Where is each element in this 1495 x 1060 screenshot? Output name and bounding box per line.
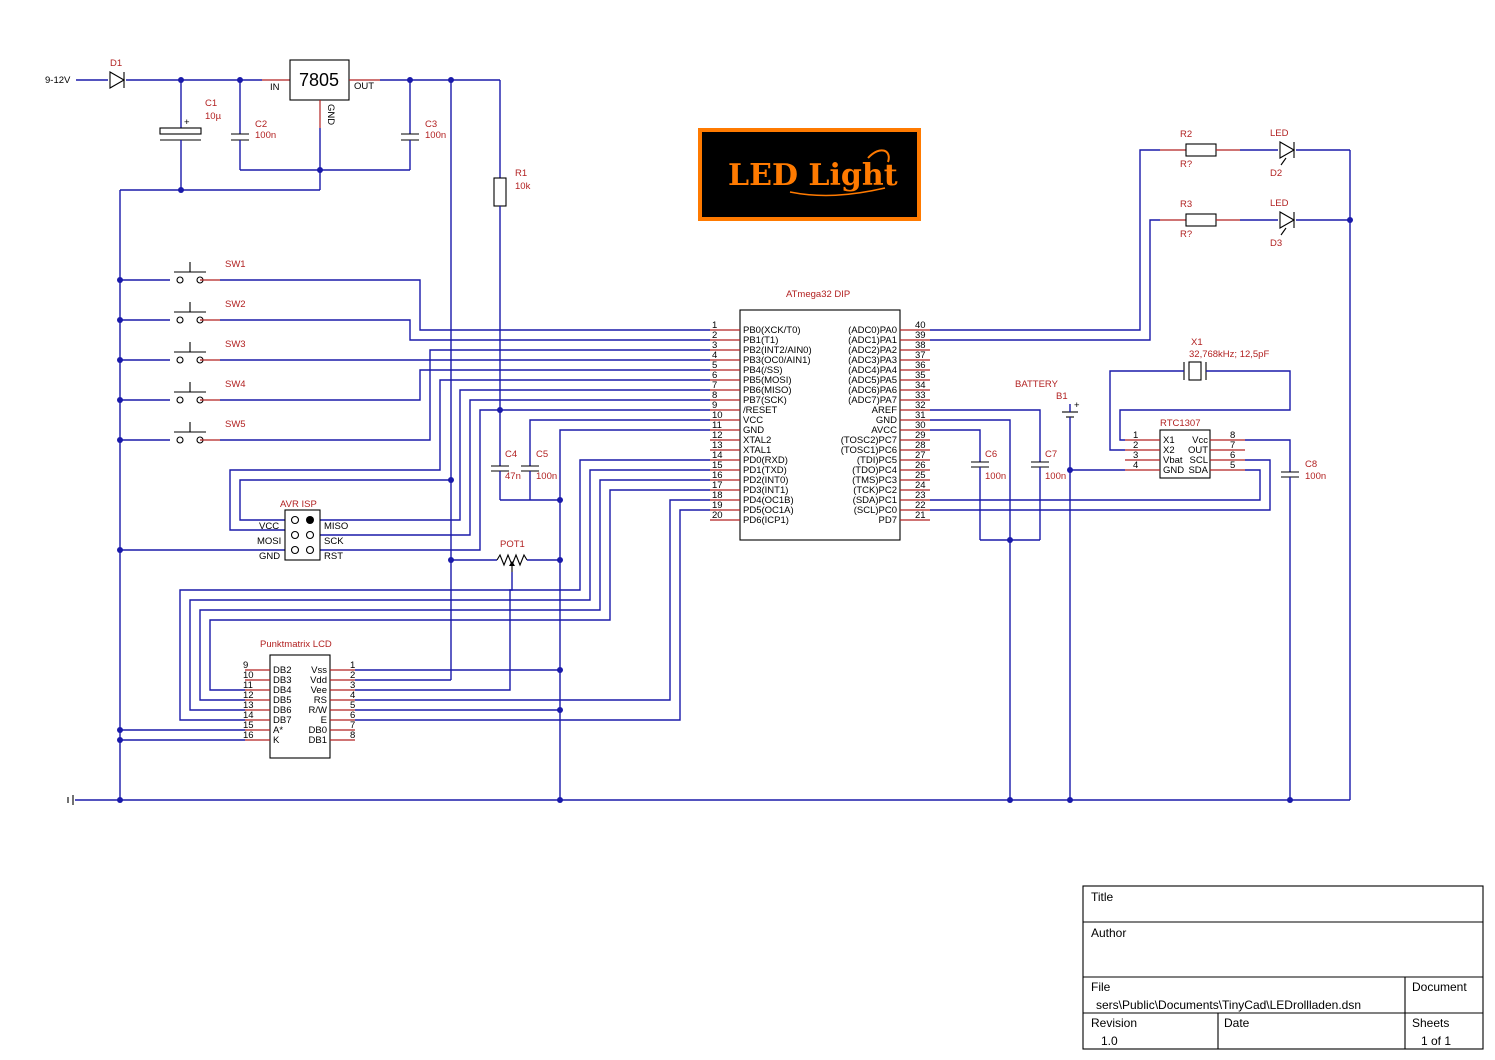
diode-d1: D1: [109, 58, 126, 89]
schematic: 9-12V D1 7805 IN OUT GND + C1 10µ C2 100…: [45, 58, 1484, 1050]
c7-value: 100n: [1045, 471, 1066, 482]
file-label: File: [1091, 980, 1111, 994]
regulator-in-label: IN: [270, 82, 280, 93]
mcu-pin-name: PD6(ICP1): [743, 515, 789, 526]
isp-miso-label: MISO: [324, 521, 348, 532]
c3-ref: C3: [425, 119, 437, 130]
battery-ref: B1: [1056, 391, 1068, 402]
title-block: Title Author File sers\Public\Documents\…: [1082, 885, 1484, 1050]
mcu-atmega32: ATmega32 DIP 1 PB0(XCK/T0)2 PB1(T1)3 PB2(IN…: [710, 289, 930, 541]
led2-type: LED: [1270, 128, 1289, 139]
sheets-value: 1 of 1: [1421, 1034, 1451, 1048]
avr-isp-connector: AVR ISP VCC MOSI GND MISO SCK RST: [257, 499, 348, 562]
led-d2: LED D2: [1270, 128, 1296, 179]
c1-ref: C1: [205, 98, 217, 109]
led3-ref: D3: [1270, 238, 1282, 249]
r1-value: 10k: [515, 181, 531, 192]
rtc-pin-name: GND: [1163, 465, 1184, 476]
capacitor-c4: C4 47n: [491, 449, 521, 500]
sw3-ref: SW3: [225, 339, 246, 350]
capacitor-c7: C7 100n: [1031, 449, 1066, 540]
input-voltage-label: 9-12V: [45, 75, 71, 86]
mcu-pin-name: PD7: [879, 515, 897, 526]
r3-value: R?: [1180, 229, 1192, 240]
capacitor-c1: + C1 10µ: [159, 80, 222, 190]
potentiometer-pot1: POT1: [355, 539, 563, 691]
lcd-punktmatrix: Punktmatrix LCD 9 DB210 DB311 DB412 DB513 DB6…: [243, 639, 355, 759]
lcd-pin-num: 8: [350, 730, 355, 741]
c3-value: 100n: [425, 130, 446, 141]
capacitor-c6: C6 100n: [971, 449, 1006, 540]
date-label: Date: [1224, 1016, 1250, 1030]
c8-value: 100n: [1305, 471, 1326, 482]
svg-text:+: +: [184, 117, 190, 128]
isp-mosi-label: MOSI: [257, 536, 281, 547]
file-value: sers\Public\Documents\TinyCad\LEDrolllad…: [1096, 998, 1361, 1012]
c5-ref: C5: [536, 449, 548, 460]
battery-b1: BATTERY B1 +: [1015, 379, 1080, 800]
c8-ref: C8: [1305, 459, 1317, 470]
battery-label: BATTERY: [1015, 379, 1059, 390]
revision-label: Revision: [1091, 1016, 1137, 1030]
c7-ref: C7: [1045, 449, 1057, 460]
rtc-pin-num: 4: [1133, 460, 1138, 471]
rtc-ds1307: RTC1307 1 X12 X23 Vbat4 GND8Vcc 7OUT 6SCL 5SDA: [1125, 418, 1245, 479]
power-supply: 9-12V D1 7805 IN OUT GND + C1 10µ C2 100…: [45, 58, 501, 193]
sw4-ref: SW4: [225, 379, 246, 390]
c1-value: 10µ: [205, 111, 222, 122]
mcu-pin-num: 20: [712, 510, 723, 521]
led3-type: LED: [1270, 198, 1289, 209]
r1-ref: R1: [515, 168, 527, 179]
r3-ref: R3: [1180, 199, 1192, 210]
crystal-value: 32,768kHz; 12,5pF: [1189, 349, 1269, 360]
led2-ref: D2: [1270, 168, 1282, 179]
d1-ref: D1: [110, 58, 122, 69]
isp-gnd-label: GND: [259, 551, 280, 562]
r2-value: R?: [1180, 159, 1192, 170]
sw5-ref: SW5: [225, 419, 246, 430]
svg-text:+: +: [1074, 400, 1080, 411]
logo-text: LED Light: [728, 158, 898, 193]
led-d3: LED D3: [1270, 198, 1296, 249]
crystal-ref: X1: [1191, 337, 1203, 348]
lcd-title: Punktmatrix LCD: [260, 639, 332, 650]
sw2-ref: SW2: [225, 299, 246, 310]
c6-value: 100n: [985, 471, 1006, 482]
c5-value: 100n: [536, 471, 557, 482]
title-label: Title: [1091, 890, 1114, 904]
capacitor-c8: C8 100n: [1281, 459, 1326, 800]
mcu-title: ATmega32 DIP: [786, 289, 850, 300]
regulator-gnd-label: GND: [325, 104, 336, 125]
c6-ref: C6: [985, 449, 997, 460]
rtc-pin-num: 5: [1230, 460, 1235, 471]
regulator-7805: 7805 IN OUT GND: [270, 59, 374, 125]
isp-vcc-label: VCC: [259, 521, 279, 532]
c4-ref: C4: [505, 449, 517, 460]
author-label: Author: [1091, 926, 1126, 940]
sheets-label: Sheets: [1412, 1016, 1449, 1030]
mcu-pin-num: 21: [915, 510, 926, 521]
led-light-logo: LED Light: [698, 128, 921, 221]
pot1-ref: POT1: [500, 539, 525, 550]
isp-sck-label: SCK: [324, 536, 344, 547]
c4-value: 47n: [505, 471, 521, 482]
rtc-pin-name: SDA: [1188, 465, 1208, 476]
capacitor-c3: C3 100n: [401, 80, 446, 170]
document-label: Document: [1412, 980, 1467, 994]
revision-value: 1.0: [1101, 1034, 1118, 1048]
lcd-pin-name: DB1: [309, 735, 327, 746]
switches: SW1 SW2 SW3 SW4 SW5: [117, 259, 246, 444]
regulator-name: 7805: [299, 70, 339, 90]
sw1-ref: SW1: [225, 259, 246, 270]
c2-ref: C2: [255, 119, 267, 130]
lcd-pin-name: K: [273, 735, 280, 746]
rtc-title: RTC1307: [1160, 418, 1201, 429]
isp-title: AVR ISP: [280, 499, 317, 510]
regulator-out-label: OUT: [354, 81, 374, 92]
isp-rst-label: RST: [324, 551, 343, 562]
r2-ref: R2: [1180, 129, 1192, 140]
c2-value: 100n: [255, 130, 276, 141]
